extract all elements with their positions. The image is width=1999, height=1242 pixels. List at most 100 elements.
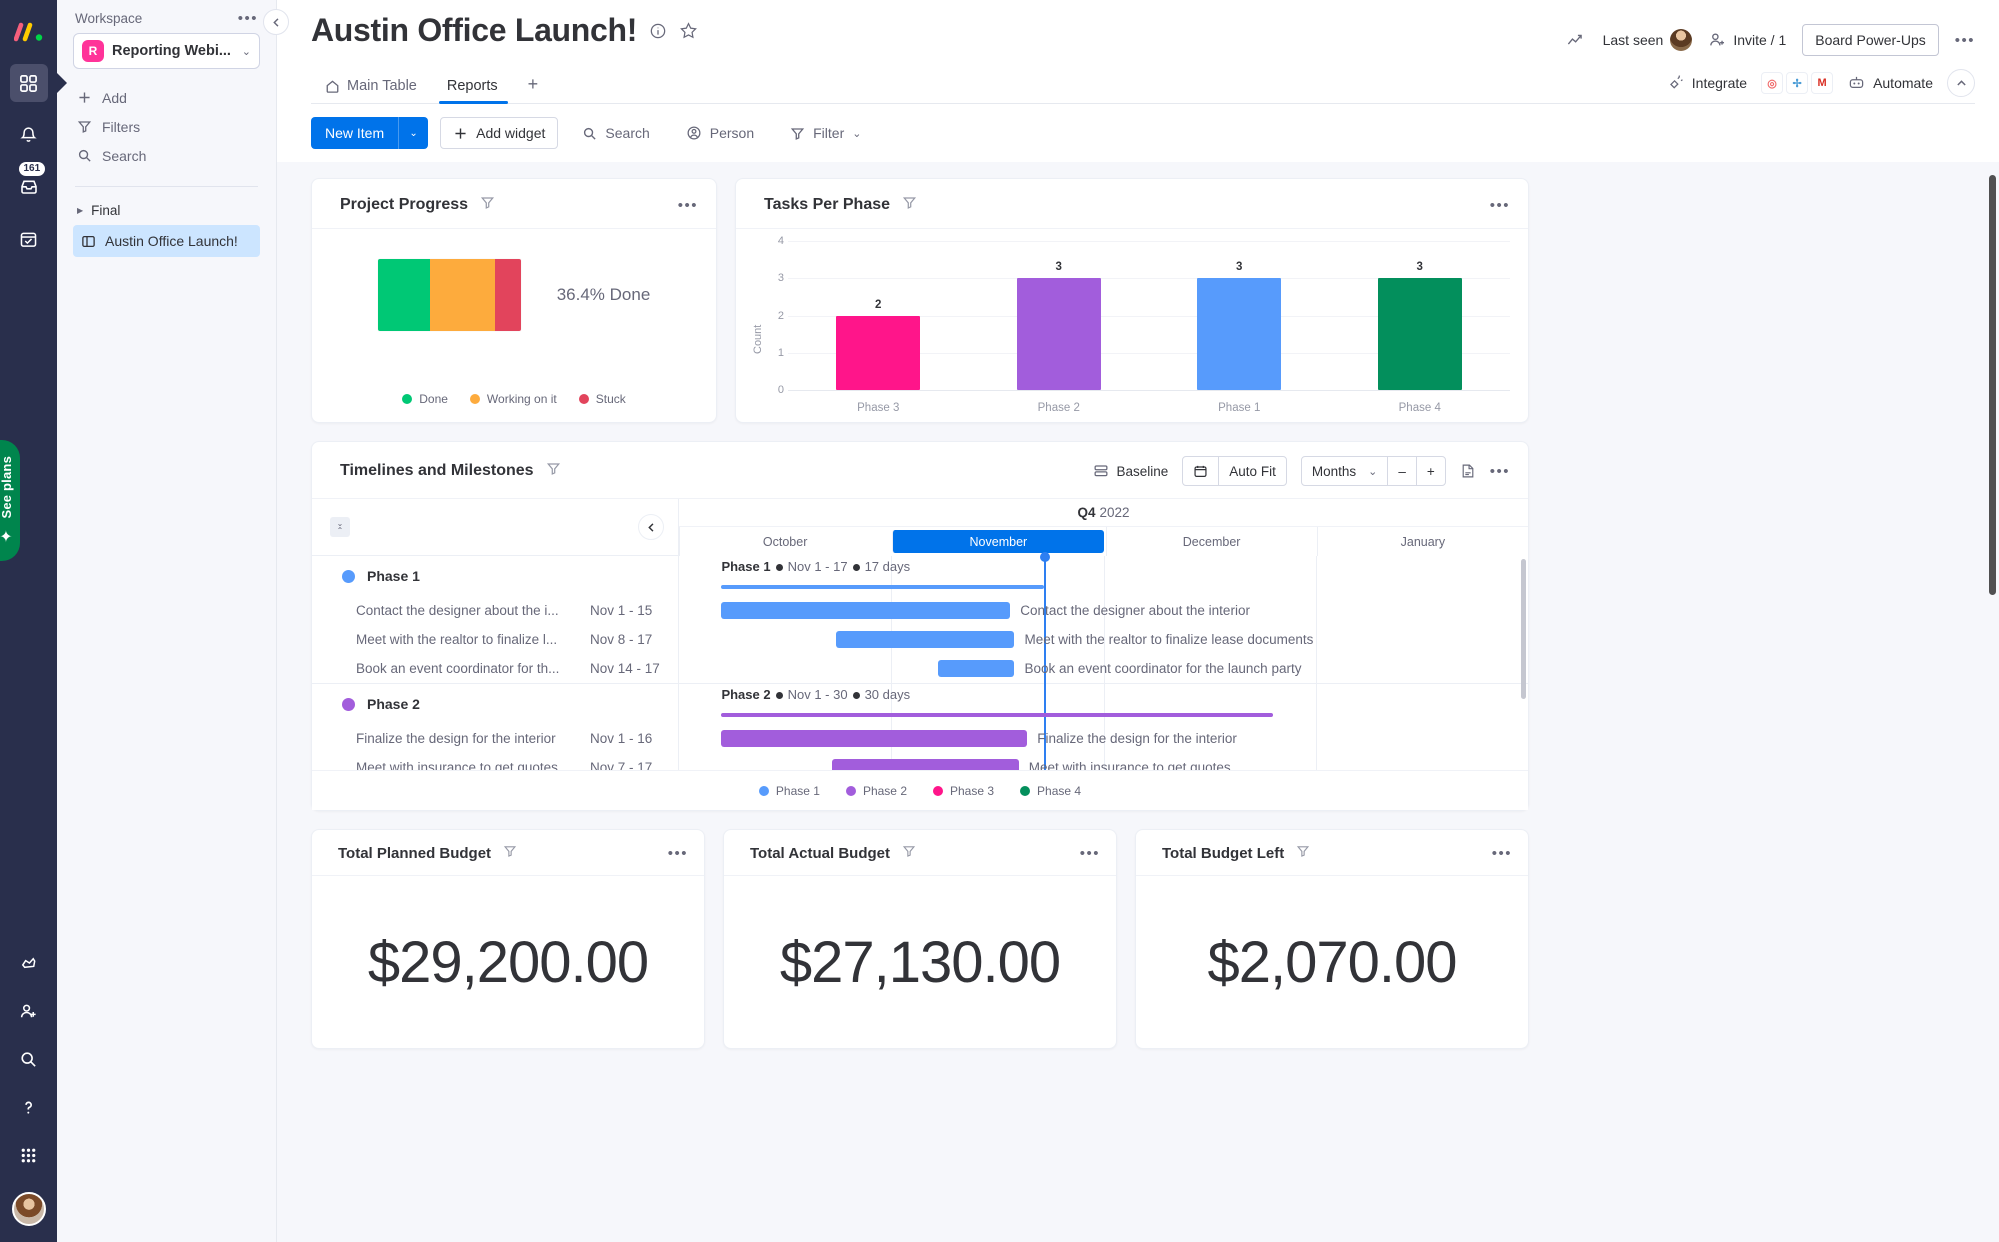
- legend-label: Phase 4: [1037, 783, 1082, 798]
- timeline-month-cell[interactable]: November: [892, 530, 1104, 553]
- last-seen-avatar[interactable]: [1670, 29, 1693, 51]
- invite-button[interactable]: Invite / 1: [1708, 31, 1786, 49]
- sidebar-item-search[interactable]: Search: [73, 141, 260, 170]
- chart-bar-column[interactable]: 2: [788, 241, 969, 390]
- collapse-sidebar-button[interactable]: [263, 9, 289, 35]
- group-summary-bar[interactable]: [721, 713, 1274, 717]
- chart-bar[interactable]: [1377, 278, 1462, 390]
- chart-bar[interactable]: [1016, 278, 1101, 390]
- timeline-month-cell[interactable]: October: [679, 527, 890, 556]
- add-widget-button[interactable]: Add widget: [440, 117, 559, 149]
- sidebar-item-add[interactable]: Add: [73, 83, 260, 112]
- see-plans-button[interactable]: See plans ✦: [0, 440, 20, 561]
- add-tab-button[interactable]: +: [514, 66, 553, 103]
- widget-menu-button[interactable]: •••: [1492, 845, 1512, 862]
- collapse-all-groups-button[interactable]: ⌄ ⌃: [330, 517, 350, 537]
- timeline-task-bar[interactable]: [836, 631, 1015, 648]
- widget-filter-icon[interactable]: [546, 461, 561, 481]
- monday-logo-icon[interactable]: [11, 14, 47, 50]
- widget-menu-button[interactable]: •••: [1490, 463, 1510, 480]
- timeline-month-cell[interactable]: January: [1316, 527, 1528, 556]
- activity-graph-icon[interactable]: [1567, 32, 1587, 48]
- chart-bar[interactable]: [1197, 278, 1282, 390]
- favorite-star-icon[interactable]: [679, 21, 698, 40]
- widget-menu-button[interactable]: •••: [1490, 197, 1510, 214]
- widget-filter-icon[interactable]: [480, 195, 495, 215]
- sidebar-item-filters[interactable]: Filters: [73, 112, 260, 141]
- widget-menu-button[interactable]: •••: [678, 197, 698, 214]
- timeline-task-row[interactable]: Book an event coordinator for th... Nov 1…: [312, 654, 678, 683]
- widget-filter-icon[interactable]: [503, 844, 517, 863]
- zoom-out-button[interactable]: –: [1387, 457, 1416, 485]
- person-filter-button[interactable]: Person: [674, 117, 766, 149]
- timeline-legend-item[interactable]: Phase 4: [1020, 784, 1081, 798]
- chart-bar-column[interactable]: 3: [1330, 241, 1511, 390]
- sidebar-item-home[interactable]: [9, 64, 48, 102]
- baseline-button[interactable]: Baseline: [1093, 463, 1168, 479]
- group-summary-bar[interactable]: [721, 585, 1045, 589]
- timeline-group-header[interactable]: Phase 2: [312, 684, 678, 724]
- sidebar-board-austin-office-launch[interactable]: Austin Office Launch!: [73, 225, 260, 257]
- timeline-legend-item[interactable]: Phase 2: [845, 784, 907, 798]
- notifications-bell-icon[interactable]: [10, 116, 48, 154]
- tab-main-table[interactable]: Main Table: [311, 70, 433, 103]
- widget-menu-button[interactable]: •••: [1080, 845, 1100, 862]
- zoom-in-button[interactable]: +: [1415, 457, 1445, 485]
- search-everything-icon[interactable]: [10, 1040, 48, 1078]
- new-item-button[interactable]: New Item ⌄: [311, 117, 429, 149]
- timeline-task-row[interactable]: Contact the designer about the i... Nov 1…: [312, 596, 678, 625]
- timeline-task-bar[interactable]: [721, 730, 1028, 747]
- chevron-down-icon[interactable]: ⌄: [852, 127, 861, 140]
- workspace-selector[interactable]: R Reporting Webi... ⌄: [73, 33, 260, 69]
- board-power-ups-button[interactable]: Board Power-Ups: [1802, 24, 1939, 56]
- tab-reports[interactable]: Reports: [433, 70, 514, 104]
- user-avatar[interactable]: [11, 1192, 46, 1226]
- last-seen-group[interactable]: Last seen: [1603, 29, 1693, 51]
- widget-menu-button[interactable]: •••: [668, 845, 688, 862]
- calendar-range-icon[interactable]: [1183, 457, 1218, 485]
- help-icon[interactable]: [10, 1088, 48, 1126]
- search-label: Search: [605, 125, 650, 141]
- invite-members-icon[interactable]: [10, 944, 48, 982]
- slack-icon[interactable]: ✢: [1786, 72, 1809, 94]
- apps-grid-icon[interactable]: [10, 1136, 48, 1174]
- timeline-legend-item[interactable]: Phase 3: [933, 784, 994, 798]
- timeline-task-row[interactable]: Meet with insurance to get quotes Nov 7 -…: [312, 753, 678, 770]
- timeline-scroll-left-button[interactable]: [638, 514, 664, 540]
- automate-button[interactable]: Automate: [1847, 74, 1933, 92]
- sidebar-group-final[interactable]: ▶ Final: [73, 203, 260, 218]
- widget-filter-icon[interactable]: [1296, 844, 1310, 863]
- auto-fit-button[interactable]: Auto Fit: [1218, 457, 1286, 485]
- add-person-icon[interactable]: [10, 992, 48, 1030]
- widget-filter-icon[interactable]: [902, 195, 917, 215]
- inbox-icon[interactable]: 161: [10, 162, 48, 206]
- collapse-header-button[interactable]: [1947, 69, 1975, 97]
- asana-icon[interactable]: ◎: [1761, 72, 1784, 94]
- chart-bar-column[interactable]: 3: [1149, 241, 1330, 390]
- integrate-button[interactable]: Integrate: [1667, 74, 1747, 92]
- chart-bar[interactable]: [836, 315, 921, 390]
- timeline-month-cell[interactable]: December: [1105, 527, 1317, 556]
- timeline-task-bar[interactable]: [937, 660, 1015, 677]
- plus-icon: [455, 127, 466, 139]
- filter-button[interactable]: Filter ⌄: [778, 117, 873, 149]
- gmail-icon[interactable]: M: [1811, 72, 1834, 94]
- timeline-legend-item[interactable]: Phase 1: [758, 784, 820, 798]
- workspace-menu-button[interactable]: •••: [238, 10, 258, 27]
- timeline-task-bar[interactable]: [721, 602, 1011, 619]
- timeline-group-header[interactable]: Phase 1: [312, 556, 678, 596]
- my-work-icon[interactable]: [10, 220, 48, 258]
- page-vertical-scrollbar[interactable]: [1989, 175, 1996, 595]
- new-item-caret-icon[interactable]: ⌄: [398, 117, 428, 149]
- board-info-icon[interactable]: [649, 22, 667, 40]
- board-more-menu-button[interactable]: •••: [1955, 32, 1975, 49]
- timeline-task-row[interactable]: Meet with the realtor to finalize l... No…: [312, 625, 678, 654]
- chart-bar-column[interactable]: 3: [969, 241, 1150, 390]
- zoom-level-select[interactable]: Months ⌄: [1302, 457, 1388, 485]
- widget-filter-icon[interactable]: [902, 844, 916, 863]
- export-timeline-icon[interactable]: [1460, 463, 1476, 479]
- timeline-vertical-scrollbar[interactable]: [1521, 559, 1526, 699]
- timeline-task-bar[interactable]: [831, 759, 1019, 770]
- timeline-task-row[interactable]: Finalize the design for the interior Nov …: [312, 724, 678, 753]
- search-button[interactable]: Search: [570, 117, 661, 149]
